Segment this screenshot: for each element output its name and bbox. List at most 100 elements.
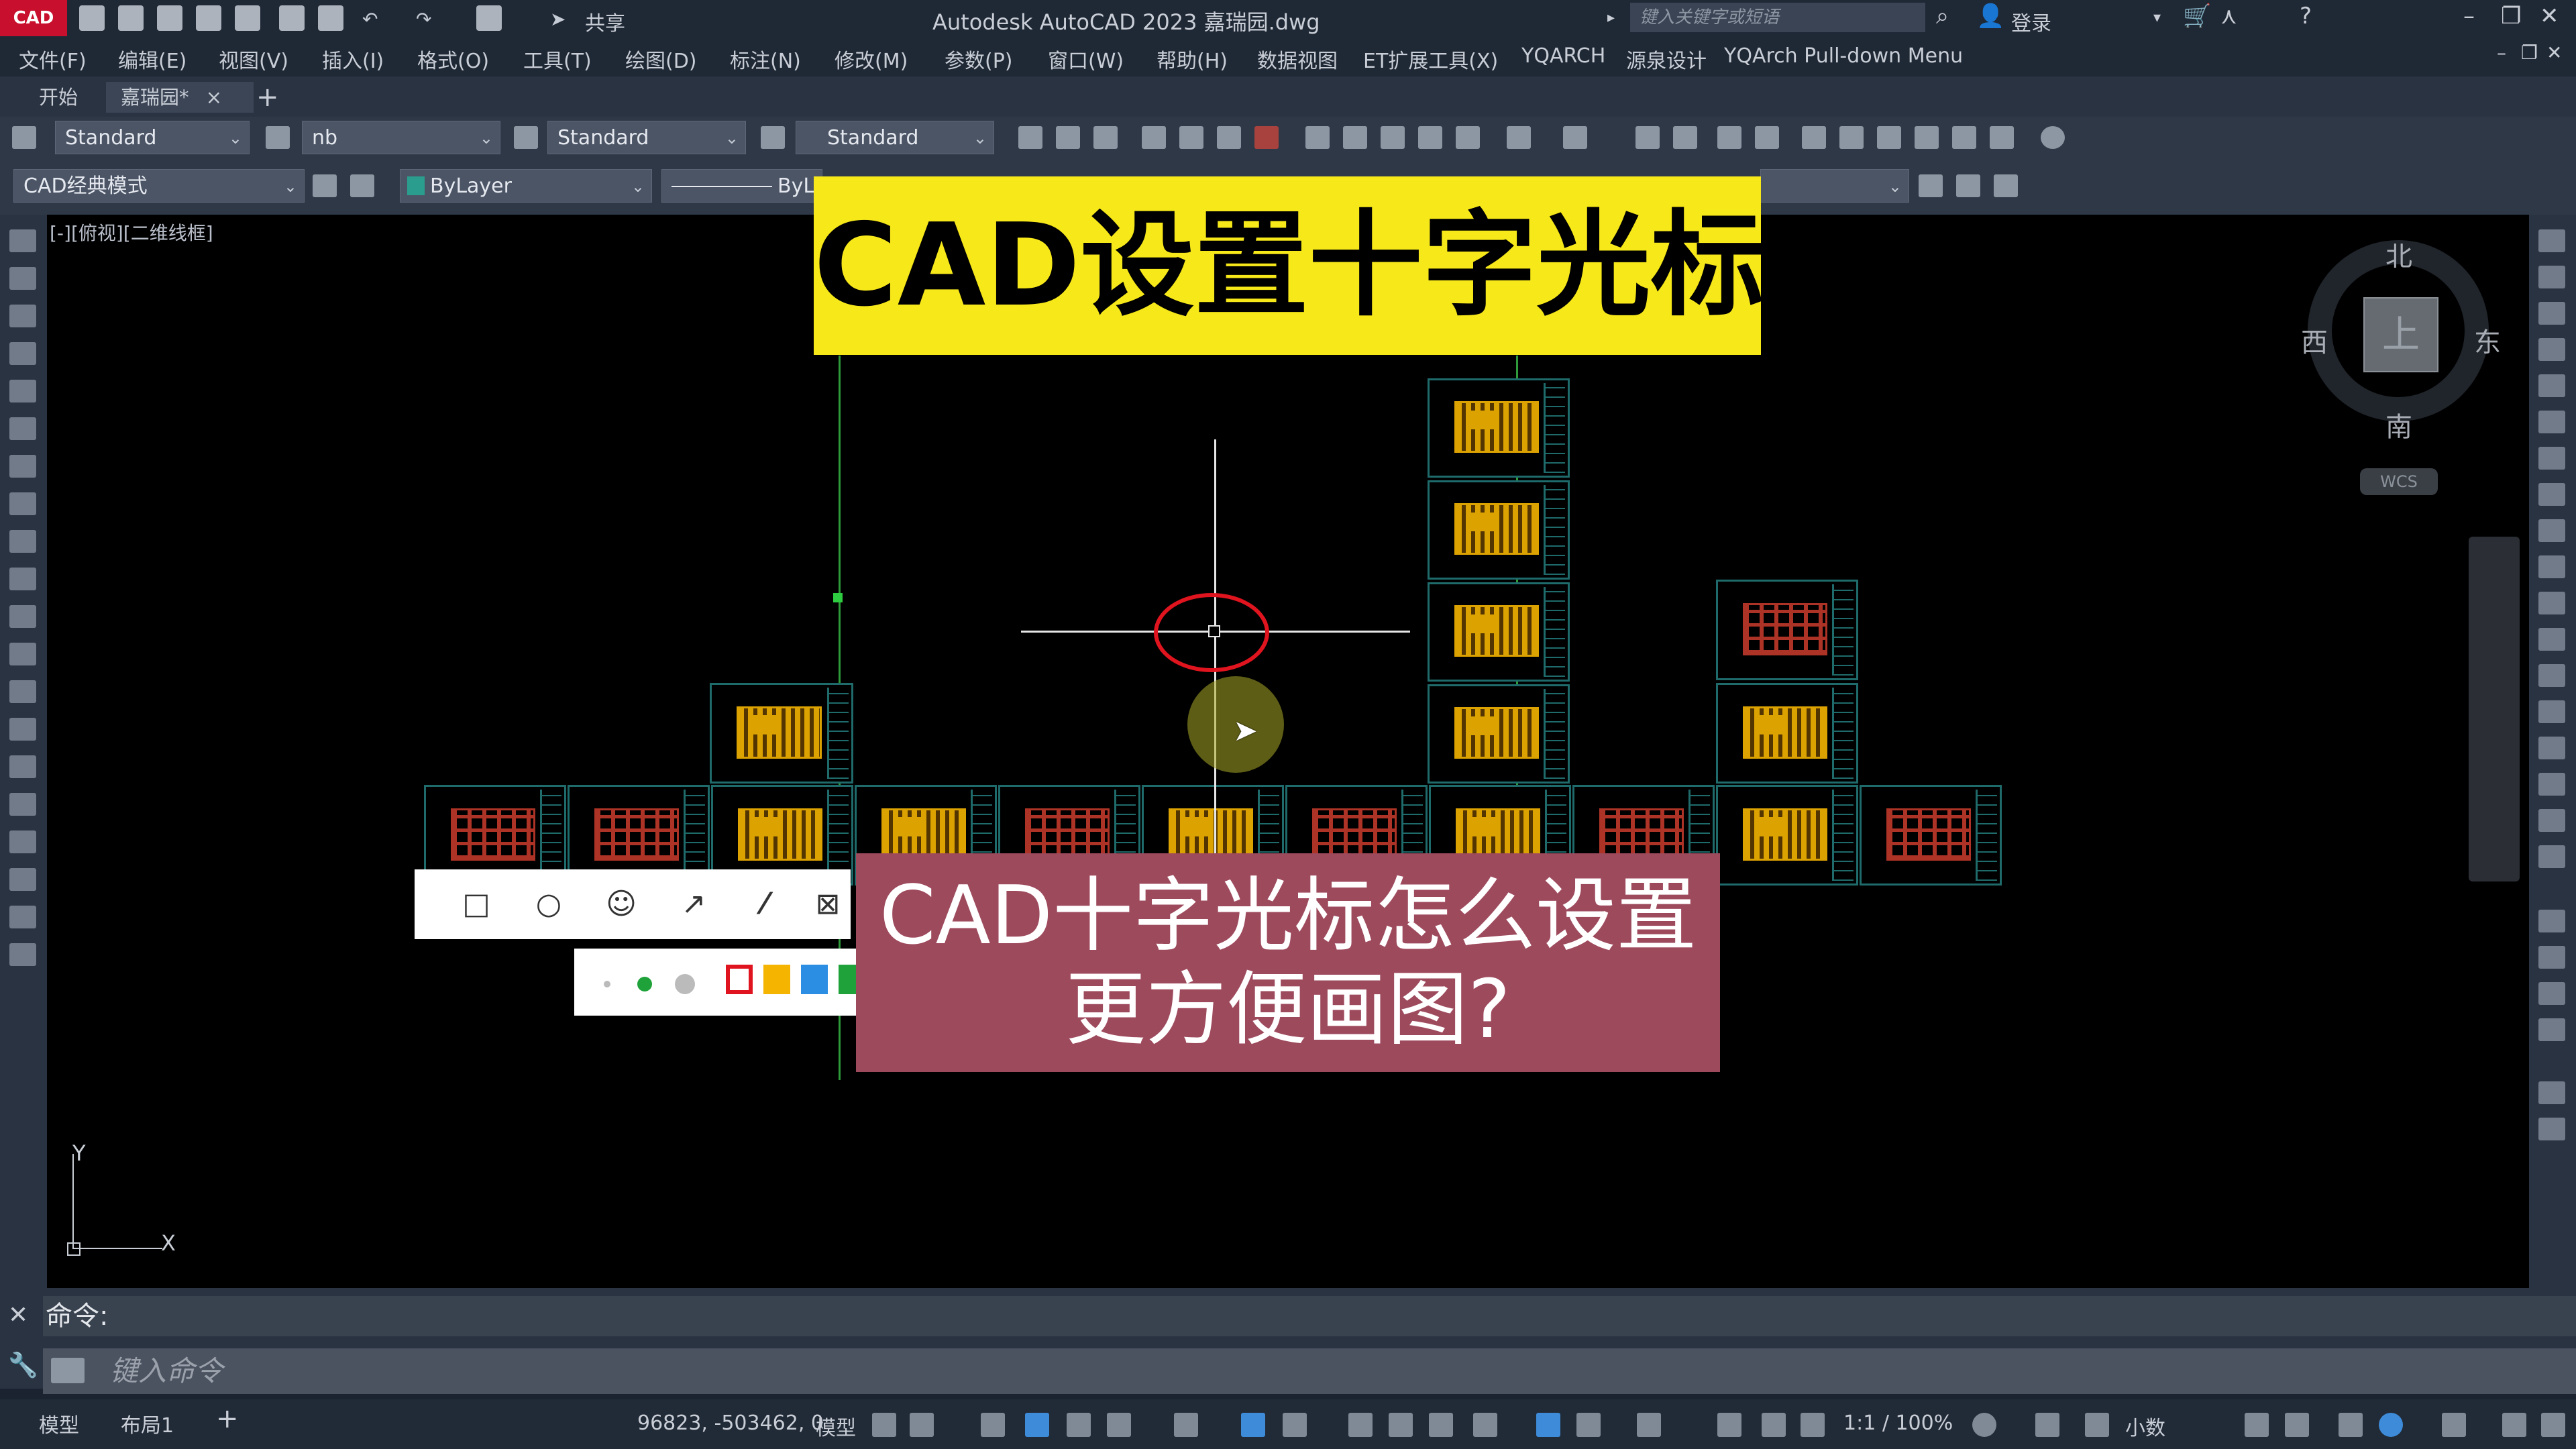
- hatch-icon[interactable]: [9, 755, 36, 778]
- multileader-style-select[interactable]: Standard ⌄: [796, 121, 994, 154]
- tab-drawing[interactable]: 嘉瑞园* ×: [106, 82, 254, 113]
- text-to-front-icon[interactable]: [2538, 1081, 2565, 1104]
- print-icon[interactable]: [318, 5, 343, 31]
- layer-properties-icon[interactable]: [350, 174, 374, 197]
- properties-icon[interactable]: [1802, 126, 1826, 149]
- trim-icon[interactable]: [2538, 555, 2565, 578]
- add-selected-icon[interactable]: [9, 943, 36, 966]
- color-green-swatch[interactable]: [839, 965, 856, 994]
- multileader-style-icon[interactable]: [761, 126, 785, 149]
- workspace-switch-icon[interactable]: [1972, 1413, 1996, 1437]
- plot-preview-icon[interactable]: [279, 5, 305, 31]
- doc-minimize-icon[interactable]: –: [2497, 42, 2506, 64]
- drawing-sheet[interactable]: [1428, 480, 1570, 580]
- table-style-icon[interactable]: [514, 126, 538, 149]
- lock-ui-icon[interactable]: [2285, 1413, 2309, 1437]
- workspace-select[interactable]: CAD经典模式 ⌄: [13, 169, 305, 203]
- menu-modify[interactable]: 修改(M): [835, 44, 908, 74]
- copy-object-icon[interactable]: [2538, 266, 2565, 288]
- menu-file[interactable]: 文件(F): [19, 44, 87, 74]
- restore-icon[interactable]: ❐: [2501, 3, 2521, 30]
- table-icon[interactable]: [9, 868, 36, 891]
- cart-icon[interactable]: 🛒: [2183, 3, 2211, 30]
- draw-order-front-icon[interactable]: [2538, 910, 2565, 932]
- menu-yqarch-pulldown[interactable]: YQArch Pull-down Menu: [1724, 44, 1963, 68]
- array-icon[interactable]: [2538, 374, 2565, 397]
- compass-south[interactable]: 南: [2385, 405, 2412, 444]
- new-file-icon[interactable]: [79, 5, 105, 31]
- dynamic-ucs-icon[interactable]: [1536, 1413, 1560, 1437]
- revision-cloud-icon[interactable]: [9, 492, 36, 515]
- statusbar-menu-icon[interactable]: [2541, 1413, 2565, 1437]
- object-snap-icon[interactable]: [1283, 1413, 1307, 1437]
- lineweight-select[interactable]: ⌄: [1760, 169, 1909, 203]
- lineweight-icon[interactable]: [1348, 1413, 1373, 1437]
- annotation-monitor-icon[interactable]: [2035, 1413, 2059, 1437]
- emoji-icon[interactable]: ☺: [604, 887, 639, 922]
- undo-icon[interactable]: [1507, 126, 1531, 149]
- drawing-sheet[interactable]: [1428, 378, 1570, 478]
- expand-arrow-icon[interactable]: ▸: [1607, 9, 1615, 26]
- line-tool-icon[interactable]: [9, 229, 36, 252]
- selection-filter-icon[interactable]: [1576, 1413, 1601, 1437]
- rectangle-icon[interactable]: □: [459, 887, 494, 922]
- hatch-to-back-icon[interactable]: [2538, 1118, 2565, 1140]
- layer-isolate-icon[interactable]: [1956, 174, 1980, 197]
- text-style-select[interactable]: Standard ⌄: [55, 121, 250, 154]
- calculator-icon[interactable]: [1990, 126, 2014, 149]
- ucs-menu[interactable]: WCS: [2360, 468, 2438, 495]
- tab-layout1[interactable]: 布局1: [121, 1409, 174, 1438]
- save-icon[interactable]: [1093, 126, 1118, 149]
- model-space-toggle[interactable]: 模型: [816, 1411, 856, 1441]
- help-icon[interactable]: [2041, 126, 2065, 149]
- save-as-icon[interactable]: [196, 5, 221, 31]
- layer-previous-icon[interactable]: [1919, 174, 1943, 197]
- cut-icon[interactable]: [1305, 126, 1330, 149]
- sheet-set-icon[interactable]: [1915, 126, 1939, 149]
- erase-icon[interactable]: [2538, 229, 2565, 252]
- units-value[interactable]: 小数: [2125, 1411, 2165, 1441]
- scale-icon[interactable]: [2538, 483, 2565, 506]
- workspace-icon[interactable]: [476, 5, 502, 31]
- break-icon[interactable]: [2538, 664, 2565, 687]
- extend-icon[interactable]: [2538, 592, 2565, 614]
- circle-icon[interactable]: [9, 455, 36, 478]
- selection-cycling-icon[interactable]: [1429, 1413, 1453, 1437]
- polar-tracking-icon[interactable]: [1107, 1413, 1131, 1437]
- spline-icon[interactable]: [9, 530, 36, 553]
- doc-close-icon[interactable]: ✕: [2546, 42, 2562, 64]
- color-select[interactable]: ByLayer ⌄: [400, 169, 652, 203]
- ellipse-icon[interactable]: ○: [531, 887, 566, 922]
- color-red-swatch[interactable]: [726, 965, 753, 994]
- annotation-visibility-icon[interactable]: [1717, 1413, 1741, 1437]
- login-dropdown-icon[interactable]: ▾: [2153, 9, 2161, 26]
- preview-icon[interactable]: [1179, 126, 1203, 149]
- annotation-scale-icon[interactable]: [1801, 1413, 1825, 1437]
- grid-icon[interactable]: [872, 1413, 896, 1437]
- autodesk-a360-icon[interactable]: ⋏: [2220, 3, 2237, 30]
- make-block-icon[interactable]: [9, 680, 36, 703]
- drawing-sheet[interactable]: [710, 683, 853, 784]
- isometric-icon[interactable]: [1174, 1413, 1198, 1437]
- point-icon[interactable]: [9, 718, 36, 741]
- dim-style-icon[interactable]: [266, 126, 290, 149]
- color-yellow-swatch[interactable]: [763, 965, 790, 994]
- customize-icon[interactable]: 🔧: [8, 1351, 38, 1379]
- stretch-icon[interactable]: [2538, 519, 2565, 542]
- open-file-icon[interactable]: [118, 5, 144, 31]
- doc-restore-icon[interactable]: ❐: [2521, 42, 2538, 64]
- recent-commands-icon[interactable]: [51, 1358, 85, 1383]
- table-style-select[interactable]: Standard ⌄: [547, 121, 746, 154]
- insert-block-icon[interactable]: [9, 643, 36, 665]
- rotate-icon[interactable]: [2538, 447, 2565, 470]
- zoom-previous-icon[interactable]: [1755, 126, 1779, 149]
- menu-edit[interactable]: 编辑(E): [118, 44, 186, 74]
- redo-icon[interactable]: [1563, 126, 1587, 149]
- dim-style-select[interactable]: nb ⌄: [302, 121, 500, 154]
- compass-west[interactable]: 西: [2301, 321, 2328, 360]
- tab-start[interactable]: 开始: [24, 82, 93, 113]
- auto-scale-icon[interactable]: [1762, 1413, 1786, 1437]
- mosaic-icon[interactable]: ⊠: [810, 887, 845, 922]
- compass-north[interactable]: 北: [2385, 235, 2412, 274]
- drawing-sheet[interactable]: [1716, 785, 1858, 885]
